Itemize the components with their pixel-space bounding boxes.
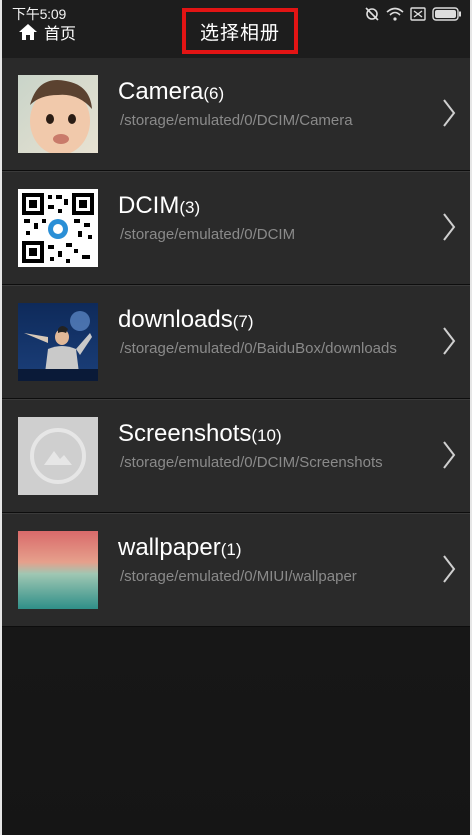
album-path: /storage/emulated/0/MIUI/wallpaper <box>120 568 357 585</box>
album-count: (1) <box>220 540 242 559</box>
album-row-screenshots[interactable]: Screenshots(10) /storage/emulated/0/DCIM… <box>2 399 470 513</box>
sim-card-icon <box>410 6 426 25</box>
album-thumbnail-dcim <box>18 189 98 267</box>
album-thumbnail-wallpaper <box>18 531 98 609</box>
album-path: /storage/emulated/0/BaiduBox/downloads <box>120 340 397 357</box>
status-icons <box>364 6 462 25</box>
chevron-right-icon <box>442 440 456 474</box>
back-home-button[interactable]: 首页 <box>18 20 76 44</box>
album-name: downloads <box>118 306 233 333</box>
album-path: /storage/emulated/0/DCIM/Camera <box>120 112 353 129</box>
album-name: Screenshots <box>118 420 252 447</box>
album-count: (10) <box>251 426 282 445</box>
album-row-dcim[interactable]: DCIM(3) /storage/emulated/0/DCIM <box>2 171 470 285</box>
chevron-right-icon <box>442 212 456 246</box>
album-title-screenshots: Screenshots(10) <box>118 420 282 448</box>
album-thumbnail-camera <box>18 75 98 153</box>
album-title-downloads: downloads(7) <box>118 306 254 334</box>
page-title: 选择相册 <box>199 21 280 44</box>
album-title-dcim: DCIM(3) <box>118 192 200 220</box>
album-thumbnail-downloads <box>18 303 98 381</box>
album-list: Camera(6) /storage/emulated/0/DCIM/Camer… <box>2 58 470 627</box>
chevron-right-icon <box>442 98 456 132</box>
chevron-right-icon <box>442 326 456 360</box>
album-count: (6) <box>203 84 225 103</box>
album-row-camera[interactable]: Camera(6) /storage/emulated/0/DCIM/Camer… <box>2 58 470 171</box>
wifi-icon <box>386 6 404 25</box>
album-title-camera: Camera(6) <box>118 78 224 106</box>
home-icon <box>18 23 38 41</box>
alarm-off-icon <box>364 6 380 25</box>
album-row-wallpaper[interactable]: wallpaper(1) /storage/emulated/0/MIUI/wa… <box>2 513 470 627</box>
title-highlight-box: 选择相册 <box>182 8 298 54</box>
album-thumbnail-screenshots <box>18 417 98 495</box>
album-path: /storage/emulated/0/DCIM/Screenshots <box>120 454 383 471</box>
album-name: wallpaper <box>118 534 221 561</box>
album-count: (7) <box>232 312 254 331</box>
chevron-right-icon <box>442 554 456 588</box>
battery-icon <box>432 6 462 25</box>
back-label: 首页 <box>44 24 77 43</box>
album-row-downloads[interactable]: downloads(7) /storage/emulated/0/BaiduBo… <box>2 285 470 399</box>
album-path: /storage/emulated/0/DCIM <box>120 226 296 243</box>
album-name: Camera <box>118 78 204 105</box>
album-name: DCIM <box>118 192 180 219</box>
header-bar: 下午5:09 首页 选择相册 <box>2 0 470 62</box>
app-frame: 下午5:09 首页 选择相册 Camera(6) /storage/emulat… <box>0 0 472 835</box>
album-title-wallpaper: wallpaper(1) <box>118 534 242 562</box>
album-count: (3) <box>179 198 201 217</box>
